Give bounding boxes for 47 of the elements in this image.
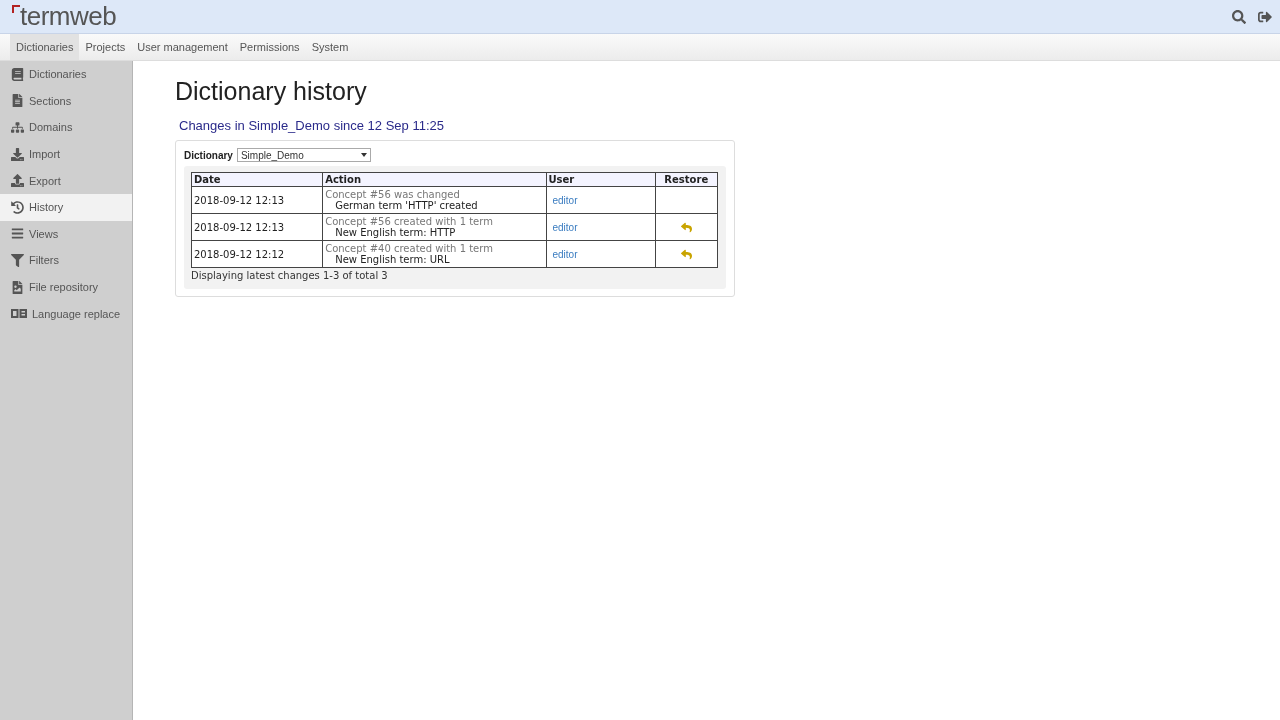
sidebar-item[interactable]: Sections bbox=[0, 87, 132, 115]
date-cell: 2018-09-12 12:12 bbox=[191, 240, 323, 268]
dictionary-select[interactable]: Simple_Demo bbox=[236, 148, 371, 162]
filter-icon bbox=[11, 253, 24, 267]
logo[interactable]: termweb bbox=[12, 1, 117, 32]
logout-icon[interactable] bbox=[1258, 9, 1272, 24]
sidebar-item[interactable]: Dictionaries bbox=[0, 61, 132, 88]
sidebar-item[interactable]: Language replace bbox=[0, 300, 132, 327]
nav-tab[interactable]: Permissions bbox=[233, 34, 306, 60]
sidebar-item[interactable]: History bbox=[0, 193, 132, 221]
subtitle: Changes in Simple_Demo since 12 Sep 11:25 bbox=[179, 118, 445, 133]
nav-tab[interactable]: Projects bbox=[79, 34, 132, 60]
sidebar-item[interactable]: Export bbox=[0, 167, 132, 194]
sidebar-item[interactable]: File repository bbox=[0, 273, 132, 301]
column-header: User bbox=[546, 172, 656, 187]
list-icon bbox=[11, 227, 24, 241]
column-header: Action bbox=[322, 172, 546, 187]
action-cell: Concept #56 was changed German term 'HTTP' created bbox=[322, 186, 546, 214]
page-title: Dictionary history bbox=[175, 77, 368, 106]
nav-tab[interactable]: User management bbox=[131, 34, 234, 60]
book-icon bbox=[11, 67, 24, 81]
download-icon bbox=[11, 147, 24, 161]
sidebar-item[interactable]: Views bbox=[0, 220, 132, 248]
document-icon bbox=[11, 94, 24, 108]
user-link[interactable]: editor bbox=[548, 194, 578, 206]
history-icon bbox=[11, 200, 24, 214]
hierarchy-icon bbox=[11, 121, 24, 134]
user-link[interactable]: editor bbox=[548, 248, 578, 260]
action-cell: Concept #56 created with 1 term New English term: HTTP bbox=[322, 213, 546, 241]
user-link[interactable]: editor bbox=[548, 221, 578, 233]
nav-tab[interactable]: Dictionaries bbox=[10, 34, 80, 60]
upload-icon bbox=[11, 174, 24, 188]
date-cell: 2018-09-12 12:13 bbox=[191, 186, 323, 214]
sidebar-item[interactable]: Domains bbox=[0, 114, 132, 141]
sidebar-item[interactable]: Import bbox=[0, 140, 132, 168]
image-file-icon bbox=[11, 280, 24, 294]
action-cell: Concept #40 created with 1 term New English term: URL bbox=[322, 240, 546, 268]
nav-tab[interactable]: System bbox=[305, 34, 355, 60]
language-icon bbox=[11, 309, 27, 319]
column-header: Date bbox=[191, 172, 323, 187]
search-icon[interactable] bbox=[1232, 9, 1246, 24]
footer-text: Displaying latest changes 1-3 of total 3 bbox=[191, 270, 389, 281]
column-header: Restore bbox=[655, 172, 718, 187]
date-cell: 2018-09-12 12:13 bbox=[191, 213, 323, 241]
caret-icon bbox=[360, 153, 367, 157]
sidebar-item[interactable]: Filters bbox=[0, 247, 132, 274]
dictionary-label: Dictionary bbox=[184, 149, 233, 161]
